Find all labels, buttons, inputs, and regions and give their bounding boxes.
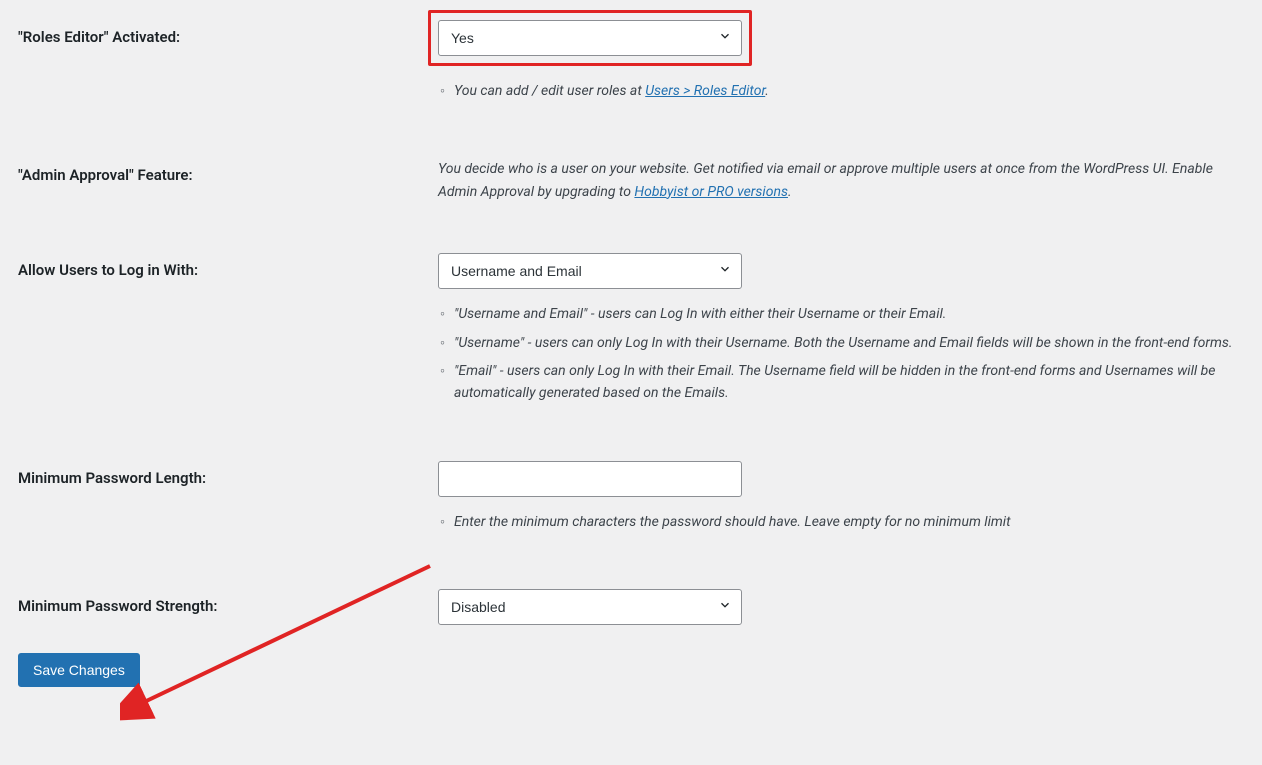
min-pwd-length-input[interactable] bbox=[438, 461, 742, 497]
roles-editor-hint: You can add / edit user roles at Users >… bbox=[438, 80, 1244, 102]
admin-approval-label: "Admin Approval" Feature: bbox=[18, 158, 438, 184]
login-with-hint: "Username" - users can only Log In with … bbox=[438, 332, 1244, 354]
min-pwd-strength-select[interactable]: Disabled bbox=[438, 589, 742, 625]
save-changes-button[interactable]: Save Changes bbox=[18, 653, 140, 687]
admin-approval-upgrade-link[interactable]: Hobbyist or PRO versions bbox=[634, 184, 788, 200]
login-with-hint: "Email" - users can only Log In with the… bbox=[438, 360, 1244, 405]
login-with-hint: "Username and Email" - users can Log In … bbox=[438, 303, 1244, 325]
roles-editor-link[interactable]: Users > Roles Editor bbox=[645, 83, 765, 99]
min-pwd-length-label: Minimum Password Length: bbox=[18, 461, 438, 487]
login-with-select[interactable]: Username and Email bbox=[438, 253, 742, 289]
roles-editor-select[interactable]: Yes bbox=[438, 20, 742, 56]
min-pwd-length-hint: Enter the minimum characters the passwor… bbox=[438, 511, 1244, 533]
roles-editor-label: "Roles Editor" Activated: bbox=[18, 20, 438, 46]
min-pwd-strength-label: Minimum Password Strength: bbox=[18, 589, 438, 615]
roles-editor-select-highlight: Yes bbox=[428, 10, 752, 66]
admin-approval-description: You decide who is a user on your website… bbox=[438, 158, 1244, 203]
login-with-label: Allow Users to Log in With: bbox=[18, 253, 438, 279]
